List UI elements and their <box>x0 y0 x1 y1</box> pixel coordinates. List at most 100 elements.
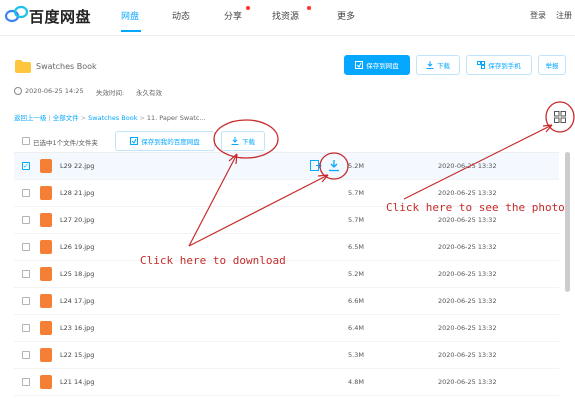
image-file-icon <box>40 294 52 308</box>
image-file-icon <box>40 186 52 200</box>
file-size: 6.5M <box>348 243 364 251</box>
file-name[interactable]: L28 21.jpg <box>60 189 94 197</box>
file-date: 2020-06-25 13:32 <box>438 351 497 359</box>
breadcrumb: 返回上一级 | 全部文件 > Swatches Book >11. Paper Swatc… <box>14 114 206 122</box>
row-checkbox[interactable] <box>22 324 30 332</box>
file-size: 6.4M <box>348 324 364 332</box>
save-to-my-netdisk-label: 保存到我的百度网盘 <box>141 138 200 146</box>
file-size: 4.8M <box>348 378 364 386</box>
file-name[interactable]: L24 17.jpg <box>60 297 94 305</box>
image-file-icon <box>40 213 52 227</box>
grid-view-icon[interactable] <box>554 111 566 123</box>
save-to-phone-label: 保存到手机 <box>488 62 521 70</box>
download-icon <box>231 137 239 145</box>
file-date: 2020-06-25 13:32 <box>438 378 497 386</box>
file-date: 2020-06-25 13:32 <box>438 297 497 305</box>
table-row[interactable]: ✓ L29 22.jpg 5.2M 2020-06-25 13:32 <box>14 153 559 180</box>
file-name[interactable]: L29 22.jpg <box>60 162 94 170</box>
created-time: 2020-06-25 14:25 <box>25 87 84 95</box>
nav-share[interactable]: 分享 <box>224 9 242 22</box>
report-button-label: 举报 <box>545 62 559 70</box>
file-size: 5.2M <box>348 162 364 170</box>
expiry-label: 失效时间: <box>96 89 125 97</box>
row-checkbox[interactable] <box>22 351 30 359</box>
resources-notification-dot <box>307 6 311 10</box>
nav-more[interactable]: 更多 <box>337 9 355 22</box>
save-file-icon[interactable] <box>310 159 322 172</box>
image-file-icon <box>40 267 52 281</box>
row-checkbox[interactable] <box>22 189 30 197</box>
download-button[interactable]: 下载 <box>416 55 460 75</box>
file-date: 2020-06-25 13:32 <box>438 243 497 251</box>
annotation-arrow-to-grid-view-head <box>542 124 553 133</box>
scrollbar[interactable] <box>565 152 570 292</box>
nav-find-resources[interactable]: 找资源 <box>272 9 299 22</box>
folder-icon <box>15 60 31 73</box>
table-row[interactable]: L24 17.jpg 6.6M 2020-06-25 13:32 <box>14 288 559 315</box>
share-notification-dot <box>246 6 250 10</box>
selection-download-label: 下载 <box>242 138 255 146</box>
breadcrumb-back[interactable]: 返回上一级 <box>14 114 47 122</box>
save-icon <box>355 61 364 69</box>
row-checkbox[interactable] <box>22 378 30 386</box>
file-date: 2020-06-25 13:32 <box>438 324 497 332</box>
file-name[interactable]: L23 16.jpg <box>60 324 94 332</box>
clock-icon <box>14 87 22 95</box>
annotation-download-text: Click here to download <box>140 254 286 267</box>
file-date: 2020-06-25 13:32 <box>438 216 497 224</box>
report-button[interactable]: 举报 <box>538 55 566 75</box>
breadcrumb-folder[interactable]: Swatches Book <box>88 114 137 122</box>
folder-title: Swatches Book <box>36 62 97 71</box>
row-checkbox[interactable] <box>22 243 30 251</box>
save-to-phone-button[interactable]: 保存到手机 <box>466 55 532 75</box>
image-file-icon <box>40 321 52 335</box>
save-to-netdisk-label: 保存到网盘 <box>366 62 399 70</box>
qr-code-icon <box>477 61 486 69</box>
save-to-my-netdisk-button[interactable]: 保存到我的百度网盘 <box>115 131 215 151</box>
brand-name[interactable]: 百度网盘 <box>29 6 91 27</box>
select-all-checkbox[interactable] <box>22 137 30 145</box>
image-file-icon <box>40 240 52 254</box>
file-name[interactable]: L22 15.jpg <box>60 351 94 359</box>
file-name[interactable]: L26 19.jpg <box>60 243 94 251</box>
annotation-photo-text: Click here to see the photo <box>386 201 565 214</box>
breadcrumb-current: 11. Paper Swatc... <box>146 114 206 122</box>
selection-download-button[interactable]: 下载 <box>221 131 265 151</box>
login-link[interactable]: 登录 <box>530 10 546 21</box>
file-size: 5.7M <box>348 189 364 197</box>
image-file-icon <box>40 159 52 173</box>
table-row[interactable]: L23 16.jpg 6.4M 2020-06-25 13:32 <box>14 315 559 342</box>
image-file-icon <box>40 348 52 362</box>
save-to-netdisk-button[interactable]: 保存到网盘 <box>344 55 410 75</box>
register-link[interactable]: 注册 <box>556 10 572 21</box>
table-row[interactable]: L25 18.jpg 5.2M 2020-06-25 13:32 <box>14 261 559 288</box>
file-size: 6.6M <box>348 297 364 305</box>
table-row[interactable]: L21 14.jpg 4.8M 2020-06-25 13:32 <box>14 369 559 396</box>
download-button-label: 下载 <box>437 62 450 70</box>
baidu-netdisk-logo[interactable] <box>5 5 29 23</box>
nav-activity[interactable]: 动态 <box>172 9 190 22</box>
table-row[interactable]: L26 19.jpg 6.5M 2020-06-25 13:32 <box>14 234 559 261</box>
row-checkbox[interactable] <box>22 297 30 305</box>
table-row[interactable]: L22 15.jpg 5.3M 2020-06-25 13:32 <box>14 342 559 369</box>
selection-count: 已选中1个文件/文件夹 <box>33 139 98 147</box>
image-file-icon <box>40 375 52 389</box>
download-icon <box>426 61 434 69</box>
file-name[interactable]: L21 14.jpg <box>60 378 94 386</box>
row-checkbox[interactable] <box>22 270 30 278</box>
file-size: 5.2M <box>348 270 364 278</box>
file-date: 2020-06-25 13:32 <box>438 270 497 278</box>
save-icon <box>130 137 139 145</box>
row-checkbox[interactable] <box>22 216 30 224</box>
row-checkbox[interactable]: ✓ <box>22 162 30 170</box>
row-download-icon[interactable] <box>328 159 340 172</box>
file-name[interactable]: L25 18.jpg <box>60 270 94 278</box>
file-date: 2020-06-25 13:32 <box>438 189 497 197</box>
file-size: 5.3M <box>348 351 364 359</box>
nav-netdisk[interactable]: 网盘 <box>121 9 139 22</box>
file-date: 2020-06-25 13:32 <box>438 162 497 170</box>
breadcrumb-all-files[interactable]: 全部文件 <box>53 114 79 122</box>
top-bar: 百度网盘 网盘 动态 分享 找资源 更多 登录 注册 <box>0 0 575 36</box>
file-name[interactable]: L27 20.jpg <box>60 216 94 224</box>
expiry-value: 永久有效 <box>136 89 162 97</box>
